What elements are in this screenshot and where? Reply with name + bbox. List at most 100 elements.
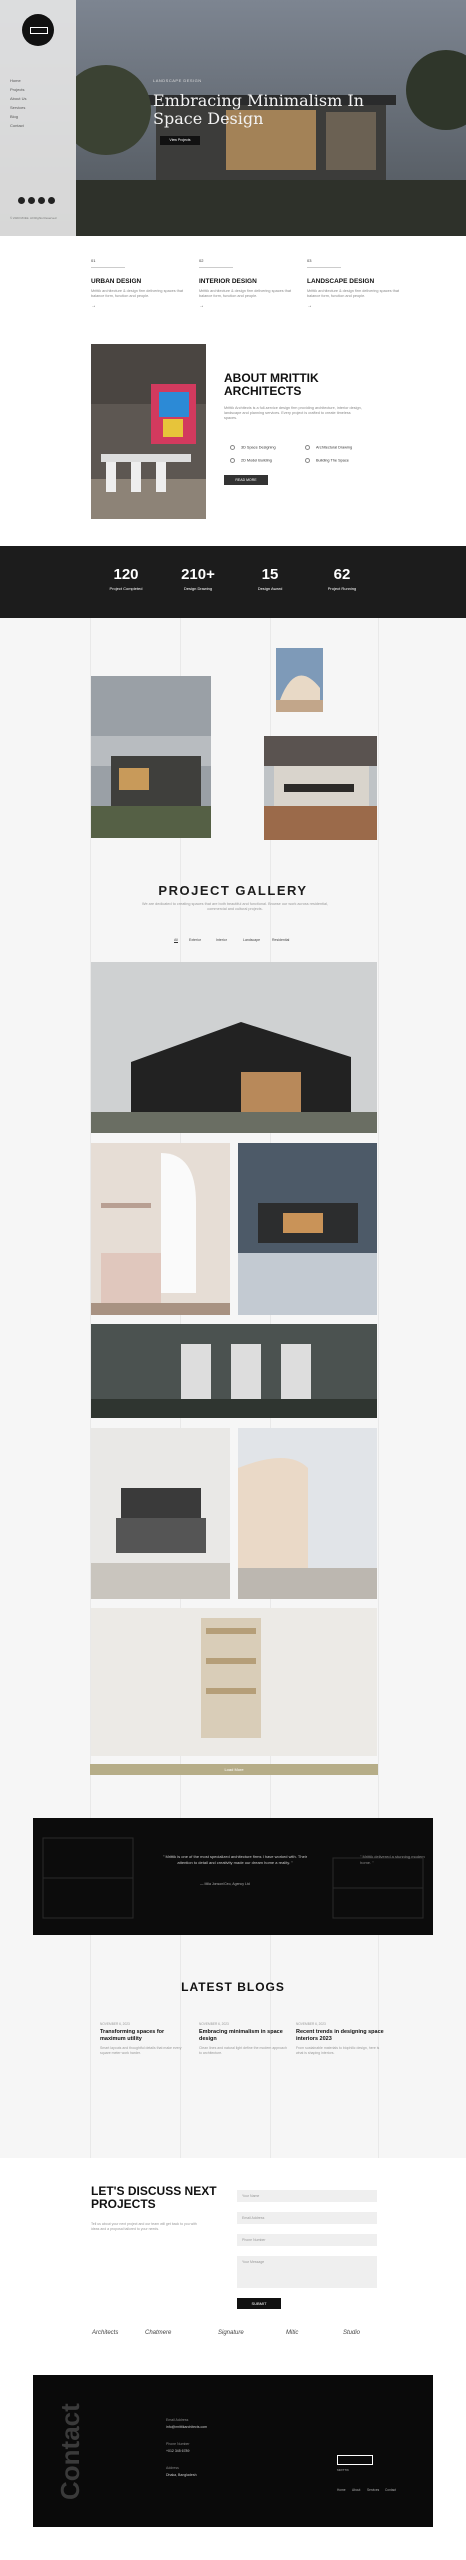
footer-logo-text: MRITTIK — [337, 2468, 349, 2472]
gallery-photo[interactable] — [91, 1143, 230, 1315]
about-bullet: Architectural Drawing — [305, 445, 352, 450]
service-title: LANDSCAPE DESIGN — [307, 278, 375, 285]
linkedin-icon[interactable] — [48, 197, 55, 204]
footer-link-about[interactable]: About — [352, 2488, 360, 2492]
filter-all[interactable]: All — [174, 938, 178, 943]
arrow-icon[interactable]: → — [199, 303, 303, 309]
service-card: 02 INTERIOR DESIGN Mrittik architecture … — [199, 258, 303, 309]
blog-title[interactable]: Recent trends in designing space interio… — [296, 2029, 384, 2043]
nav-services[interactable]: Services — [10, 105, 25, 110]
blog-desc: Smart layouts and thoughtful details tha… — [100, 2046, 182, 2055]
brand-logo: Architects — [92, 2330, 119, 2336]
service-title: INTERIOR DESIGN — [199, 278, 257, 285]
service-title: URBAN DESIGN — [91, 278, 142, 285]
blog-card[interactable]: NOVEMBER 6, 2023 Embracing minimalism in… — [199, 2022, 287, 2056]
filter-exterior[interactable]: Exterior — [189, 938, 201, 942]
service-number: 01 — [91, 258, 96, 263]
arrow-icon[interactable]: → — [91, 303, 195, 309]
stat-number: 62 — [333, 566, 351, 583]
stat-label: Project Completed — [109, 586, 143, 591]
instagram-icon[interactable] — [38, 197, 45, 204]
about-desc: Mrittik Architects is a full-service des… — [224, 406, 362, 420]
service-card: 03 LANDSCAPE DESIGN Mrittik architecture… — [307, 258, 411, 309]
footer-link-contact[interactable]: Contact — [385, 2488, 396, 2492]
gallery-photo[interactable] — [238, 1143, 377, 1315]
gallery-photo[interactable] — [91, 1324, 377, 1418]
logo[interactable] — [22, 14, 54, 46]
service-desc: Mrittik architecture & design firm deliv… — [307, 289, 400, 298]
nav-projects[interactable]: Projects — [10, 87, 24, 92]
stat-label: Project Running — [327, 586, 357, 591]
phone-field[interactable]: Phone Number — [237, 2234, 377, 2246]
brand-logo: Studio — [343, 2330, 361, 2336]
gallery-title: PROJECT GALLERY — [158, 883, 308, 898]
footer-link-home[interactable]: Home — [337, 2488, 346, 2492]
stat-number: 15 — [261, 566, 279, 583]
stat-label: Design Award — [257, 586, 283, 591]
footer-logo[interactable] — [337, 2455, 373, 2465]
gallery-photo[interactable] — [91, 962, 377, 1133]
service-desc: Mrittik architecture & design firm deliv… — [91, 289, 184, 298]
footer — [33, 2375, 433, 2527]
filter-interior[interactable]: Interior — [216, 938, 227, 942]
gallery-photo[interactable] — [91, 676, 211, 838]
gallery-photo[interactable] — [264, 736, 377, 840]
footer-link-services[interactable]: Services — [367, 2488, 379, 2492]
nav-blog[interactable]: Blog — [10, 114, 18, 119]
brand-logo: Signature — [218, 2330, 244, 2336]
blog-title[interactable]: Embracing minimalism in space design — [199, 2029, 287, 2043]
read-more-button[interactable]: READ MORE — [224, 475, 268, 485]
testimonial-quote: " Mrittik is one of the most specialized… — [162, 1854, 308, 1865]
nav-about[interactable]: About Us — [10, 96, 26, 101]
gallery-photo[interactable] — [91, 1428, 230, 1599]
blog-date: NOVEMBER 6, 2023 — [100, 2022, 130, 2026]
gallery-photo[interactable] — [91, 1608, 377, 1756]
blog-title[interactable]: Transforming spaces for maximum utility — [100, 2029, 188, 2043]
submit-button[interactable]: SUBMIT — [237, 2298, 281, 2309]
about-image — [91, 344, 206, 519]
gallery-photo[interactable] — [238, 1428, 377, 1599]
service-card: 01 URBAN DESIGN Mrittik architecture & d… — [91, 258, 195, 309]
name-field[interactable]: Your Name — [237, 2190, 377, 2202]
stat: 15 Design Award — [230, 566, 310, 591]
filter-residential[interactable]: Residential — [272, 938, 289, 942]
copyright: © 2023 Mrittik. All Rights Reserved — [10, 216, 57, 220]
about-bullet: 3D Space Designing — [230, 445, 276, 450]
blog-desc: From sustainable materials to biophilic … — [296, 2046, 380, 2055]
footer-email[interactable]: info@mrittikarchitects.com — [166, 2425, 207, 2429]
facebook-icon[interactable] — [18, 197, 25, 204]
blog-card[interactable]: NOVEMBER 6, 2023 Recent trends in design… — [296, 2022, 384, 2056]
view-projects-button[interactable]: View Projects — [160, 136, 200, 145]
gallery-photo[interactable] — [276, 648, 323, 712]
nav-home[interactable]: Home — [10, 78, 21, 83]
contact-heading: Contact — [55, 2403, 85, 2500]
blog-date: NOVEMBER 6, 2023 — [199, 2022, 229, 2026]
blog-card[interactable]: NOVEMBER 6, 2023 Transforming spaces for… — [100, 2022, 188, 2056]
hero-title: Embracing Minimalism In Space Design — [153, 91, 364, 128]
message-field[interactable]: Your Message — [237, 2256, 377, 2288]
blog-date: NOVEMBER 6, 2023 — [296, 2022, 326, 2026]
stat-label: Design Drawing — [183, 586, 213, 591]
footer-address: Dhaka, Bangladesh — [166, 2473, 197, 2477]
load-more-button[interactable]: Load More — [90, 1764, 378, 1775]
gallery-desc: We are dedicated to creating spaces that… — [141, 902, 329, 911]
service-number: 02 — [199, 258, 204, 263]
testimonial-quote-next: " Mrittik delivered a stunning modern ho… — [360, 1854, 425, 1865]
brand-logo: Chatmere — [145, 2330, 172, 2336]
filter-landscape[interactable]: Landscape — [243, 938, 260, 942]
about-title: ABOUT MRITTIK ARCHITECTS — [224, 371, 319, 398]
stat-number: 120 — [113, 566, 139, 583]
brand-logo: Mitic — [286, 2330, 299, 2336]
service-number: 03 — [307, 258, 312, 263]
twitter-icon[interactable] — [28, 197, 35, 204]
about-bullet: 2D Model Building — [230, 458, 272, 463]
email-field[interactable]: Email Address — [237, 2212, 377, 2224]
testimonial-author: — Mila Jonson/Ceo, Agency Ltd — [200, 1882, 250, 1886]
nav-contact[interactable]: Contact — [10, 123, 24, 128]
footer-phone[interactable]: +012 345 6789 — [166, 2449, 189, 2453]
hero-eyebrow: LANDSCAPE DESIGN — [153, 78, 202, 83]
stat: 120 Project Completed — [86, 566, 166, 591]
divider — [199, 267, 233, 268]
arrow-icon[interactable]: → — [307, 303, 411, 309]
blogs-title: LATEST BLOGS — [181, 1980, 285, 1994]
